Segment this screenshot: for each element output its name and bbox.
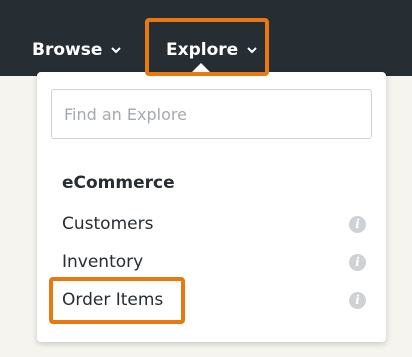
dropdown-caret	[192, 63, 210, 72]
explore-menu[interactable]: Explore	[166, 28, 258, 72]
browse-label: Browse	[32, 40, 103, 60]
explore-item-label: Order Items	[62, 290, 164, 310]
group-title: eCommerce	[62, 173, 175, 193]
explore-dropdown: eCommerce Customers i Inventory i Order …	[37, 72, 386, 342]
chevron-down-icon	[111, 47, 122, 54]
browse-menu[interactable]: Browse	[32, 28, 122, 72]
info-icon[interactable]: i	[349, 215, 366, 233]
find-explore-input[interactable]	[51, 89, 372, 139]
explore-item-order-items[interactable]: Order Items i	[37, 283, 386, 317]
explore-item-inventory[interactable]: Inventory i	[37, 245, 386, 279]
explore-item-label: Inventory	[62, 252, 144, 272]
info-icon[interactable]: i	[349, 291, 366, 309]
explore-item-label: Customers	[62, 214, 154, 234]
info-icon[interactable]: i	[349, 253, 366, 271]
explore-label: Explore	[166, 40, 239, 60]
chevron-down-icon	[247, 47, 257, 54]
explore-item-customers[interactable]: Customers i	[37, 207, 386, 241]
